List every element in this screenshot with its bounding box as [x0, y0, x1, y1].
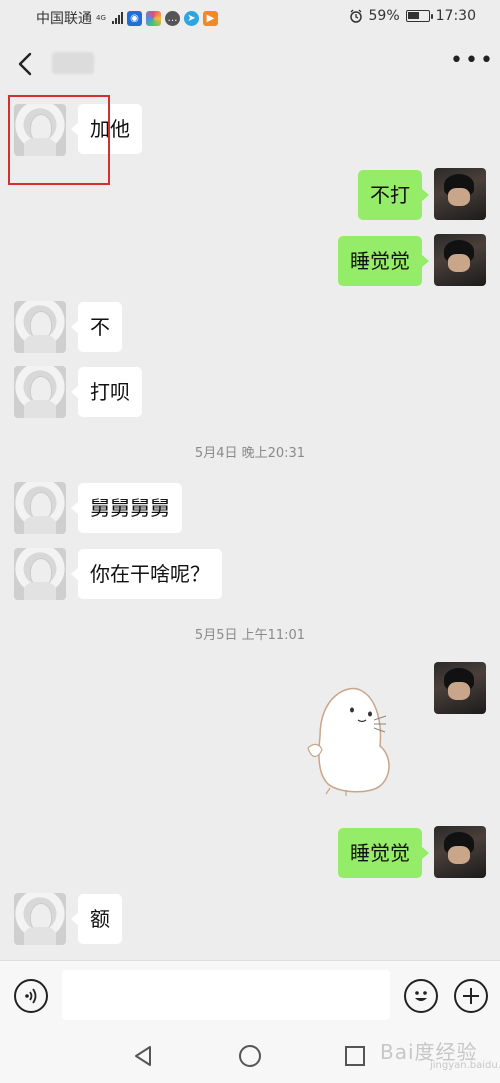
message-bubble-sent[interactable]: 睡觉觉 — [338, 236, 429, 286]
alarm-icon — [349, 9, 362, 23]
status-right: 59% 17:30 — [349, 8, 476, 24]
contact-avatar[interactable] — [14, 366, 66, 418]
message-bubble-received[interactable]: 打呗 — [71, 367, 142, 417]
battery-icon — [405, 10, 433, 22]
message-bubble-received[interactable]: 额 — [71, 894, 122, 944]
input-bar — [0, 960, 500, 1030]
nav-back-icon[interactable] — [132, 1044, 154, 1068]
battery-fill — [407, 12, 419, 19]
baidu-watermark-url: jingyan.baidu.com — [430, 1060, 500, 1071]
my-avatar[interactable] — [434, 662, 486, 714]
message-timestamp: 5月5日 上午11:01 — [194, 628, 306, 643]
voice-icon[interactable] — [14, 979, 48, 1013]
shield-app-icon: ◉ — [127, 10, 142, 26]
contact-avatar[interactable] — [14, 548, 66, 600]
my-avatar[interactable] — [434, 826, 486, 878]
contact-avatar[interactable] — [14, 893, 66, 945]
message-bubble-sent[interactable]: 不打 — [358, 170, 429, 220]
status-bar: 中国联通 4G ◉ … ➤ ▶ 59% 17:30 — [0, 0, 500, 36]
telegram-app-icon: ➤ — [184, 10, 199, 26]
voice-waves-icon — [25, 988, 37, 1004]
contact-avatar[interactable] — [14, 301, 66, 353]
status-time: 17:30 — [435, 8, 476, 24]
smiley-face-icon — [415, 991, 427, 1001]
nav-home-icon[interactable] — [239, 1045, 261, 1067]
message-timestamp: 5月4日 晚上20:31 — [194, 446, 306, 461]
message-bubble-received[interactable]: 舅舅舅舅 — [71, 483, 182, 533]
carrier-label: 中国联通 — [36, 11, 92, 27]
message-bubble-received[interactable]: 不 — [71, 302, 122, 352]
red-highlight-box — [8, 95, 110, 185]
plus-glyph-icon — [463, 988, 479, 1004]
nav-recent-icon[interactable] — [345, 1046, 365, 1066]
status-left: 中国联通 4G ◉ … ➤ ▶ — [36, 8, 218, 28]
contact-avatar[interactable] — [14, 482, 66, 534]
my-avatar[interactable] — [434, 234, 486, 286]
contact-name-redacted — [52, 52, 94, 74]
network-tag: 4G — [96, 13, 106, 22]
white-seal-sticker[interactable] — [300, 676, 400, 796]
message-input[interactable] — [62, 970, 390, 1020]
chat-app-icon: … — [165, 10, 180, 26]
colorful-app-icon — [146, 10, 161, 26]
more-dots-icon[interactable]: ••• — [450, 50, 493, 74]
chat-header: ••• — [0, 36, 500, 92]
chevron-left-icon[interactable] — [14, 50, 38, 78]
my-avatar[interactable] — [434, 168, 486, 220]
emoji-icon[interactable] — [404, 979, 438, 1013]
message-bubble-sent[interactable]: 睡觉觉 — [338, 828, 429, 878]
plus-icon[interactable] — [454, 979, 488, 1013]
message-bubble-received[interactable]: 你在干啥呢？ — [71, 549, 222, 599]
video-app-icon: ▶ — [203, 10, 218, 26]
battery-percent: 59% — [368, 8, 400, 24]
signal-icon — [112, 12, 123, 24]
